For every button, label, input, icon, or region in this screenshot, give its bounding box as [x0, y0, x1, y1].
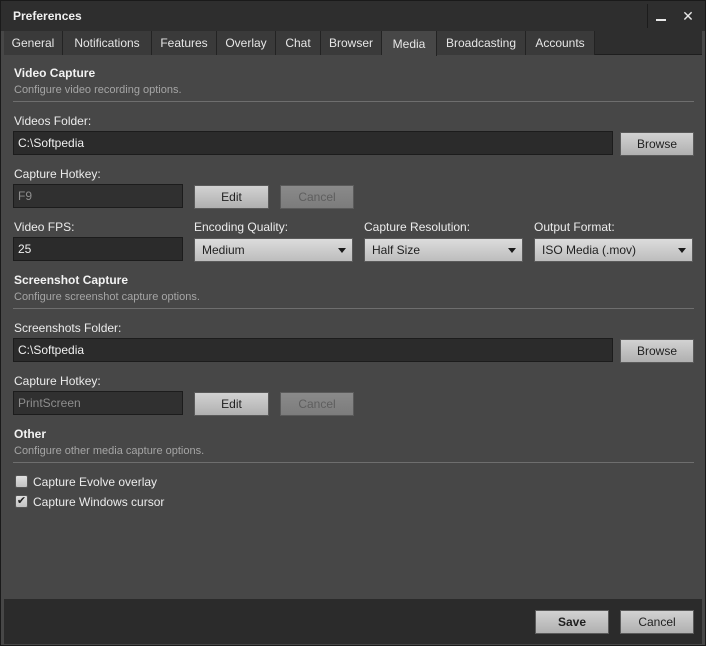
screenshot-hotkey-cancel-button[interactable]: Cancel [280, 392, 354, 416]
divider [13, 101, 694, 102]
tab-features[interactable]: Features [152, 31, 217, 55]
chevron-down-icon [508, 248, 516, 253]
videos-browse-button[interactable]: Browse [620, 132, 694, 156]
tab-general[interactable]: General [4, 31, 63, 55]
output-format-select[interactable]: ISO Media (.mov) [534, 238, 693, 262]
screenshots-folder-label: Screenshots Folder: [14, 321, 122, 335]
screenshot-capture-description: Configure screenshot capture options. [14, 291, 200, 303]
videos-folder-input[interactable]: C:\Softpedia [13, 131, 613, 155]
tab-broadcasting[interactable]: Broadcasting [437, 31, 526, 55]
capture-overlay-label[interactable]: Capture Evolve overlay [33, 475, 157, 489]
output-format-label: Output Format: [534, 220, 615, 234]
other-description: Configure other media capture options. [14, 445, 205, 457]
capture-resolution-label: Capture Resolution: [364, 220, 471, 234]
preferences-window: Preferences ✕ General Notifications Feat… [0, 0, 706, 646]
capture-cursor-label[interactable]: Capture Windows cursor [33, 495, 164, 509]
checkmark-icon: ✔ [16, 495, 27, 507]
video-capture-description: Configure video recording options. [14, 84, 182, 96]
video-hotkey-label: Capture Hotkey: [14, 167, 101, 181]
capture-cursor-checkbox[interactable]: ✔ [15, 495, 28, 508]
screenshots-folder-input[interactable]: C:\Softpedia [13, 338, 613, 362]
screenshot-capture-heading: Screenshot Capture [14, 273, 129, 287]
cancel-button[interactable]: Cancel [620, 610, 694, 634]
encoding-quality-label: Encoding Quality: [194, 220, 289, 234]
output-format-value: ISO Media (.mov) [542, 243, 637, 257]
capture-resolution-select[interactable]: Half Size [364, 238, 523, 262]
screenshot-hotkey-edit-button[interactable]: Edit [194, 392, 269, 416]
chevron-down-icon [678, 248, 686, 253]
capture-overlay-checkbox[interactable] [15, 475, 28, 488]
video-fps-input[interactable]: 25 [13, 237, 183, 261]
minimize-icon [655, 18, 666, 21]
screenshot-hotkey-label: Capture Hotkey: [14, 374, 101, 388]
tab-overlay[interactable]: Overlay [217, 31, 276, 55]
divider [13, 308, 694, 309]
chevron-down-icon [338, 248, 346, 253]
tab-chat[interactable]: Chat [276, 31, 321, 55]
other-heading: Other [14, 427, 47, 441]
video-fps-label: Video FPS: [14, 220, 75, 234]
tab-accounts[interactable]: Accounts [526, 31, 595, 55]
encoding-quality-value: Medium [202, 243, 245, 257]
minimize-button[interactable] [647, 4, 673, 28]
video-hotkey-edit-button[interactable]: Edit [194, 185, 269, 209]
capture-resolution-value: Half Size [372, 243, 421, 257]
video-hotkey-input[interactable]: F9 [13, 184, 183, 208]
tab-browser[interactable]: Browser [321, 31, 382, 55]
screenshot-hotkey-input[interactable]: PrintScreen [13, 391, 183, 415]
tab-media[interactable]: Media [382, 31, 437, 56]
video-capture-heading: Video Capture [14, 66, 96, 80]
videos-folder-label: Videos Folder: [14, 114, 92, 128]
close-icon: ✕ [682, 8, 694, 24]
video-hotkey-cancel-button[interactable]: Cancel [280, 185, 354, 209]
screenshots-browse-button[interactable]: Browse [620, 339, 694, 363]
divider [13, 462, 694, 463]
close-button[interactable]: ✕ [675, 4, 701, 28]
tab-bar: General Notifications Features Overlay C… [4, 31, 702, 56]
window-title: Preferences [13, 9, 82, 23]
save-button[interactable]: Save [535, 610, 609, 634]
encoding-quality-select[interactable]: Medium [194, 238, 353, 262]
title-bar[interactable]: Preferences ✕ [1, 1, 705, 31]
tab-notifications[interactable]: Notifications [63, 31, 152, 55]
